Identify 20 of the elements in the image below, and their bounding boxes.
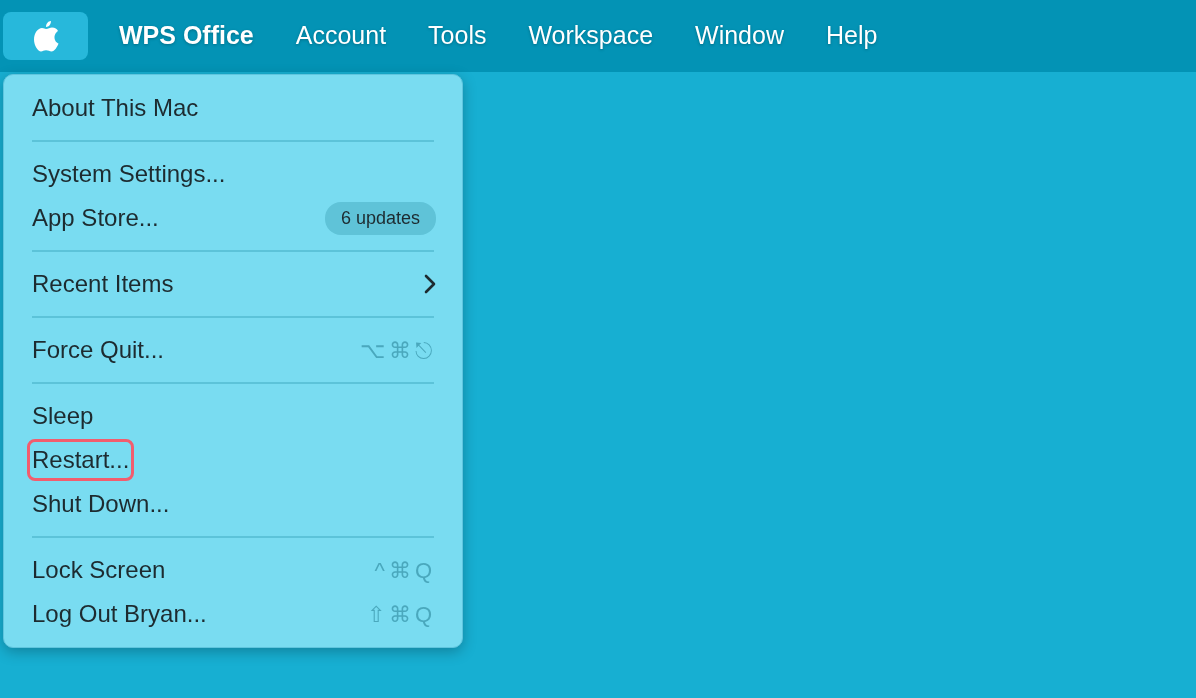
shortcut-text: ⌥⌘⎋ bbox=[360, 336, 436, 365]
app-menu[interactable]: WPS Office bbox=[98, 17, 275, 55]
menu-item[interactable]: Window bbox=[674, 17, 805, 55]
menu-item[interactable]: Shut Down... bbox=[27, 483, 175, 525]
menu-item[interactable]: About This Mac bbox=[27, 87, 204, 129]
apple-logo-icon bbox=[31, 19, 60, 53]
menu-item[interactable]: Help bbox=[805, 17, 899, 55]
update-badge: 6 updates bbox=[324, 201, 436, 235]
menu-item[interactable]: Recent Items bbox=[27, 263, 179, 305]
apple-menu-button[interactable] bbox=[3, 12, 88, 60]
menu-item[interactable]: Sleep bbox=[27, 395, 99, 437]
menu-item[interactable]: Force Quit... bbox=[27, 329, 170, 371]
menu-item[interactable]: Workspace bbox=[507, 17, 675, 55]
menu-item[interactable]: System Settings... bbox=[27, 153, 231, 195]
menu-item[interactable]: App Store... bbox=[27, 197, 164, 239]
menu-item[interactable]: Account bbox=[274, 17, 408, 55]
menu-item[interactable]: Log Out Bryan... bbox=[27, 593, 212, 635]
menu-item[interactable]: Lock Screen bbox=[27, 549, 171, 591]
menu-item[interactable]: Tools bbox=[407, 17, 508, 55]
menu-item[interactable]: Restart... bbox=[27, 439, 135, 481]
